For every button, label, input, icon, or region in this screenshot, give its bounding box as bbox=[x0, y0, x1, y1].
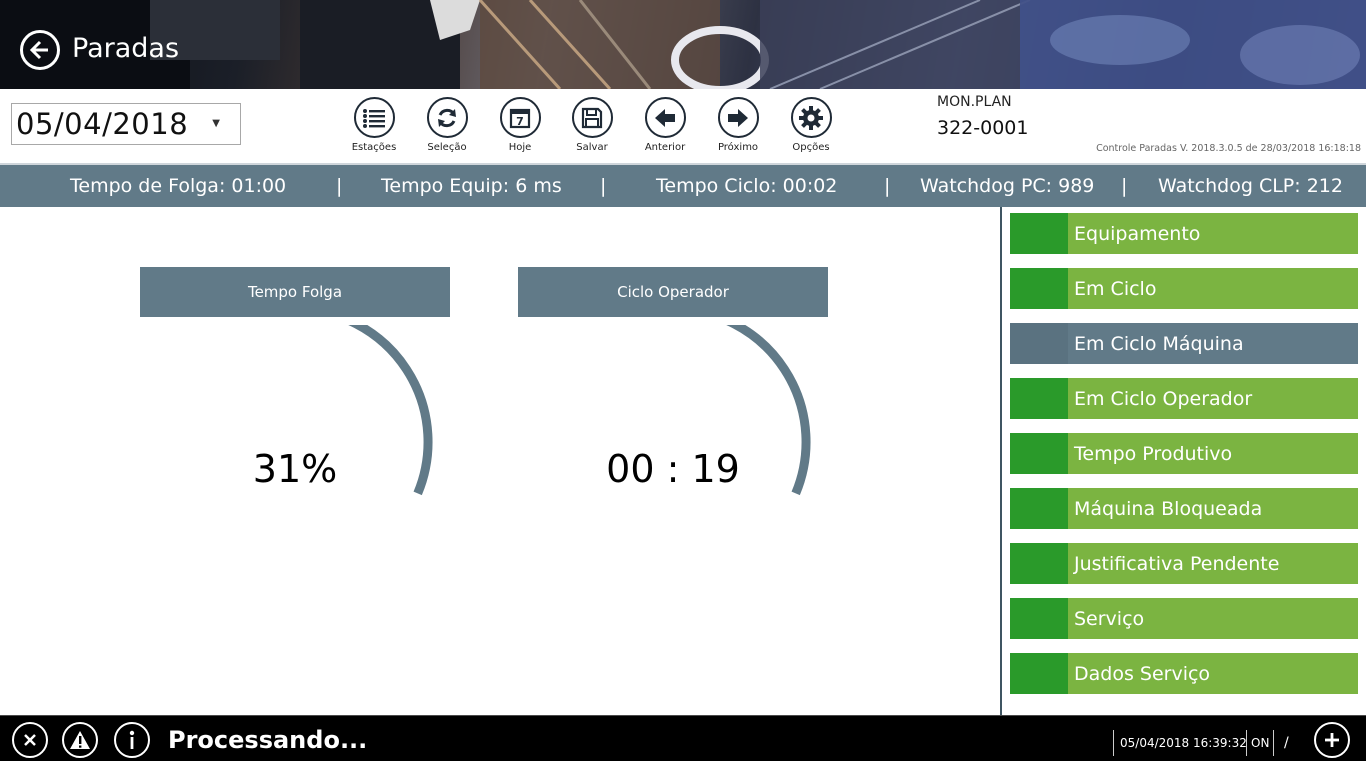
status-list-panel: Equipamento Em Ciclo Em Ciclo Máquina Em Ci… bbox=[1000, 207, 1366, 715]
status-label: Equipamento bbox=[1068, 213, 1358, 254]
stations-button[interactable]: Estações bbox=[339, 97, 409, 153]
list-icon bbox=[353, 97, 395, 138]
status-indicator bbox=[1010, 488, 1068, 529]
plan-code: 322-0001 bbox=[937, 117, 1029, 139]
status-indicator bbox=[1010, 213, 1068, 254]
status-item[interactable]: Dados Serviço bbox=[1010, 653, 1358, 694]
gear-icon bbox=[790, 97, 832, 138]
save-label: Salvar bbox=[576, 142, 608, 153]
status-label: Serviço bbox=[1068, 598, 1358, 639]
plan-label: MON.PLAN bbox=[937, 94, 1012, 110]
gauge-arc-operator bbox=[726, 325, 811, 496]
arrow-left-icon bbox=[29, 40, 48, 60]
connection-mode: ON bbox=[1246, 730, 1275, 756]
status-item[interactable]: Máquina Bloqueada bbox=[1010, 488, 1358, 529]
previous-button[interactable]: Anterior bbox=[630, 97, 700, 153]
banner-background-image bbox=[0, 0, 1366, 89]
status-label: Em Ciclo Máquina bbox=[1068, 323, 1358, 364]
footer-bar: Processando... 05/04/2018 16:39:32 ON / bbox=[0, 715, 1366, 761]
warning-button[interactable] bbox=[62, 722, 98, 758]
strip-separator: | bbox=[336, 175, 343, 197]
status-label: Justificativa Pendente bbox=[1068, 543, 1358, 584]
date-value: 05/04/2018 bbox=[16, 107, 189, 141]
status-item[interactable]: Equipamento bbox=[1010, 213, 1358, 254]
gauge-arc-slack bbox=[348, 325, 433, 496]
status-indicator bbox=[1010, 653, 1068, 694]
cycle-time-text: Tempo Ciclo: 00:02 bbox=[656, 175, 838, 197]
watchdog-pc-text: Watchdog PC: 989 bbox=[920, 175, 1095, 197]
gauge-value-slack: 31% bbox=[252, 447, 338, 491]
slash-indicator: / bbox=[1284, 735, 1289, 751]
app-window: Paradas 05/04/2018 ▼ Estações Seleção 7 … bbox=[0, 0, 1366, 761]
processing-status: Processando... bbox=[168, 726, 368, 754]
save-button[interactable]: Salvar bbox=[557, 97, 627, 153]
info-button[interactable] bbox=[114, 722, 150, 758]
options-label: Opções bbox=[792, 142, 830, 153]
status-strip: Tempo de Folga: 01:00 | Tempo Equip: 6 m… bbox=[0, 163, 1366, 207]
save-icon bbox=[571, 97, 613, 138]
info-icon bbox=[129, 730, 135, 749]
warning-icon bbox=[70, 731, 90, 749]
slack-time-text: Tempo de Folga: 01:00 bbox=[70, 175, 287, 197]
plus-icon bbox=[1325, 733, 1339, 747]
gauge-value-operator: 00 : 19 bbox=[606, 447, 740, 491]
main-panel: Tempo Folga 31% Ciclo Operador 00 : 19 bbox=[0, 207, 1000, 715]
page-title: Paradas bbox=[72, 33, 180, 64]
strip-separator: | bbox=[600, 175, 607, 197]
status-item[interactable]: Tempo Produtivo bbox=[1010, 433, 1358, 474]
status-label: Em Ciclo Operador bbox=[1068, 378, 1358, 419]
add-button[interactable] bbox=[1314, 722, 1350, 758]
selection-label: Seleção bbox=[427, 142, 467, 153]
status-indicator bbox=[1010, 598, 1068, 639]
header-banner: Paradas bbox=[0, 0, 1366, 89]
previous-label: Anterior bbox=[644, 142, 686, 153]
status-indicator bbox=[1010, 323, 1068, 364]
chevron-down-icon: ▼ bbox=[212, 118, 220, 129]
status-label: Dados Serviço bbox=[1068, 653, 1358, 694]
status-indicator bbox=[1010, 433, 1068, 474]
status-indicator bbox=[1010, 378, 1068, 419]
arrow-right-icon bbox=[717, 97, 759, 138]
calendar-icon: 7 bbox=[499, 97, 541, 138]
selection-button[interactable]: Seleção bbox=[412, 97, 482, 153]
arrow-left-icon bbox=[644, 97, 686, 138]
strip-separator: | bbox=[1121, 175, 1128, 197]
refresh-icon bbox=[426, 97, 468, 138]
close-icon bbox=[24, 734, 36, 746]
back-button[interactable] bbox=[20, 30, 60, 70]
status-item[interactable]: Em Ciclo Máquina bbox=[1010, 323, 1358, 364]
today-button[interactable]: 7 Hoje bbox=[485, 97, 555, 153]
datetime-display: 05/04/2018 16:39:32 bbox=[1113, 730, 1253, 756]
watchdog-clp-text: Watchdog CLP: 212 bbox=[1158, 175, 1343, 197]
status-item[interactable]: Justificativa Pendente bbox=[1010, 543, 1358, 584]
status-item[interactable]: Serviço bbox=[1010, 598, 1358, 639]
status-item[interactable]: Em Ciclo Operador bbox=[1010, 378, 1358, 419]
svg-text:7: 7 bbox=[516, 115, 524, 128]
equip-time-text: Tempo Equip: 6 ms bbox=[381, 175, 562, 197]
close-button[interactable] bbox=[12, 722, 48, 758]
strip-separator: | bbox=[884, 175, 891, 197]
status-label: Máquina Bloqueada bbox=[1068, 488, 1358, 529]
status-indicator bbox=[1010, 268, 1068, 309]
status-label: Em Ciclo bbox=[1068, 268, 1358, 309]
today-label: Hoje bbox=[508, 142, 532, 153]
next-button[interactable]: Próximo bbox=[703, 97, 773, 153]
status-item[interactable]: Em Ciclo bbox=[1010, 268, 1358, 309]
date-dropdown[interactable]: 05/04/2018 ▼ bbox=[11, 103, 241, 145]
version-text: Controle Paradas V. 2018.3.0.5 de 28/03/… bbox=[1096, 143, 1361, 154]
options-button[interactable]: Opções bbox=[776, 97, 846, 153]
toolbar: 05/04/2018 ▼ Estações Seleção 7 Hoje Sal… bbox=[0, 89, 1366, 161]
stations-label: Estações bbox=[351, 142, 397, 153]
gauge-title-slack: Tempo Folga bbox=[140, 267, 450, 317]
next-label: Próximo bbox=[717, 142, 759, 153]
gauge-title-operator: Ciclo Operador bbox=[518, 267, 828, 317]
status-label: Tempo Produtivo bbox=[1068, 433, 1358, 474]
status-indicator bbox=[1010, 543, 1068, 584]
